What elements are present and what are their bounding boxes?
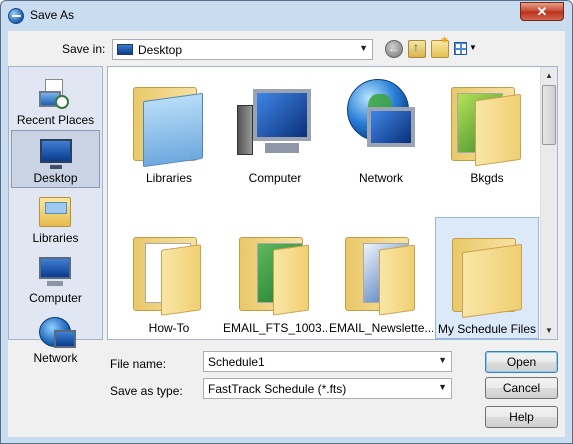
list-item-bkgds[interactable]: Bkgds bbox=[435, 67, 539, 189]
chevron-down-icon[interactable]: ▼ bbox=[438, 355, 447, 365]
help-button[interactable]: Help bbox=[485, 406, 558, 428]
item-label: My Schedule Files bbox=[437, 322, 537, 336]
item-label: EMAIL_FTS_1003... bbox=[223, 321, 327, 335]
chevron-down-icon[interactable]: ▼ bbox=[359, 43, 368, 53]
folder-icon bbox=[129, 227, 209, 316]
folder-front-shape bbox=[161, 244, 201, 316]
list-item-my-schedule-files[interactable]: My Schedule Files bbox=[435, 217, 539, 339]
folder-icon bbox=[448, 228, 528, 319]
save-as-type-label: Save as type: bbox=[110, 384, 183, 398]
chevron-down-icon: ▼ bbox=[469, 43, 477, 52]
item-label: How-To bbox=[148, 321, 190, 335]
app-icon bbox=[8, 8, 24, 24]
desktop-icon bbox=[117, 44, 133, 55]
item-label: Libraries bbox=[145, 171, 193, 185]
places-bar: Recent Places Desktop Libraries Computer… bbox=[8, 66, 103, 365]
save-as-type-dropdown[interactable]: FastTrack Schedule (*.fts) ▼ bbox=[203, 378, 452, 399]
back-icon[interactable] bbox=[385, 40, 403, 58]
place-label: Libraries bbox=[32, 231, 79, 245]
scroll-down-icon[interactable]: ▼ bbox=[541, 322, 557, 339]
list-item-email-newsletter[interactable]: EMAIL_Newslette... bbox=[329, 217, 433, 339]
place-recent-places[interactable]: Recent Places bbox=[11, 73, 100, 131]
item-label: EMAIL_Newslette... bbox=[329, 321, 433, 335]
cancel-button[interactable]: Cancel bbox=[485, 377, 558, 399]
tower-shape bbox=[237, 105, 253, 155]
up-folder-icon[interactable] bbox=[408, 40, 426, 58]
place-desktop[interactable]: Desktop bbox=[11, 130, 100, 188]
scroll-thumb[interactable] bbox=[542, 85, 556, 145]
save-in-dropdown[interactable]: Desktop ▼ bbox=[112, 39, 373, 60]
folder-front-shape bbox=[273, 244, 309, 316]
folder-front-shape bbox=[475, 93, 521, 167]
folder-front-shape bbox=[379, 244, 415, 316]
item-label: Computer bbox=[248, 171, 302, 185]
window-title: Save As bbox=[30, 8, 75, 22]
computer-icon bbox=[39, 257, 71, 286]
open-button[interactable]: Open bbox=[485, 351, 558, 373]
monitor-shape bbox=[367, 107, 415, 147]
network-icon bbox=[39, 317, 76, 348]
libraries-icon bbox=[39, 197, 71, 227]
file-list[interactable]: Libraries Computer Network Bkgds How-To … bbox=[107, 66, 558, 340]
clock-shape bbox=[55, 95, 69, 109]
place-label: Computer bbox=[29, 291, 82, 305]
save-as-type-value: FastTrack Schedule (*.fts) bbox=[208, 382, 347, 396]
dialog-body: Save in: Desktop ▼ ▼ Recent Places bbox=[8, 31, 565, 437]
recent-places-icon bbox=[39, 79, 71, 109]
place-label: Desktop bbox=[33, 171, 78, 185]
views-menu-button[interactable]: ▼ bbox=[454, 40, 477, 58]
views-icon bbox=[454, 42, 467, 55]
list-item-libraries[interactable]: Libraries bbox=[117, 67, 221, 189]
item-label: Bkgds bbox=[470, 171, 504, 185]
list-item-how-to[interactable]: How-To bbox=[117, 217, 221, 339]
place-label: Network bbox=[33, 351, 78, 365]
close-button[interactable]: ✕ bbox=[520, 2, 564, 21]
file-name-label: File name: bbox=[110, 357, 167, 371]
save-as-dialog: Save As ✕ Save in: Desktop ▼ ▼ Recent Pl… bbox=[0, 0, 573, 444]
computer-icon bbox=[235, 77, 315, 163]
chevron-down-icon[interactable]: ▼ bbox=[438, 382, 447, 392]
monitor-shape bbox=[253, 89, 311, 141]
place-computer[interactable]: Computer bbox=[11, 251, 100, 309]
save-in-label: Save in: bbox=[62, 42, 106, 56]
scroll-up-icon[interactable]: ▲ bbox=[541, 67, 557, 84]
place-label: Recent Places bbox=[16, 113, 95, 127]
folder-icon bbox=[447, 77, 527, 167]
folder-icon bbox=[341, 227, 421, 316]
folder-front-shape bbox=[462, 243, 522, 319]
folder-front-shape bbox=[143, 92, 203, 168]
place-network[interactable]: Network bbox=[11, 311, 100, 369]
file-name-value: Schedule1 bbox=[208, 355, 265, 369]
list-item-network[interactable]: Network bbox=[329, 67, 433, 189]
folder-icon bbox=[235, 227, 315, 316]
save-in-value: Desktop bbox=[138, 43, 183, 57]
desktop-icon bbox=[40, 139, 72, 169]
stand-shape bbox=[265, 143, 299, 153]
vertical-scrollbar[interactable]: ▲ ▼ bbox=[540, 67, 557, 339]
item-label: Network bbox=[358, 171, 403, 185]
file-name-input[interactable]: Schedule1 ▼ bbox=[203, 351, 452, 372]
place-libraries[interactable]: Libraries bbox=[11, 191, 100, 249]
network-globe-icon bbox=[341, 77, 421, 163]
title-bar[interactable]: Save As ✕ bbox=[1, 1, 572, 31]
list-item-computer[interactable]: Computer bbox=[223, 67, 327, 189]
libraries-folder-icon bbox=[129, 77, 209, 168]
list-item-email-fts[interactable]: EMAIL_FTS_1003... bbox=[223, 217, 327, 339]
new-folder-icon[interactable] bbox=[431, 35, 449, 58]
